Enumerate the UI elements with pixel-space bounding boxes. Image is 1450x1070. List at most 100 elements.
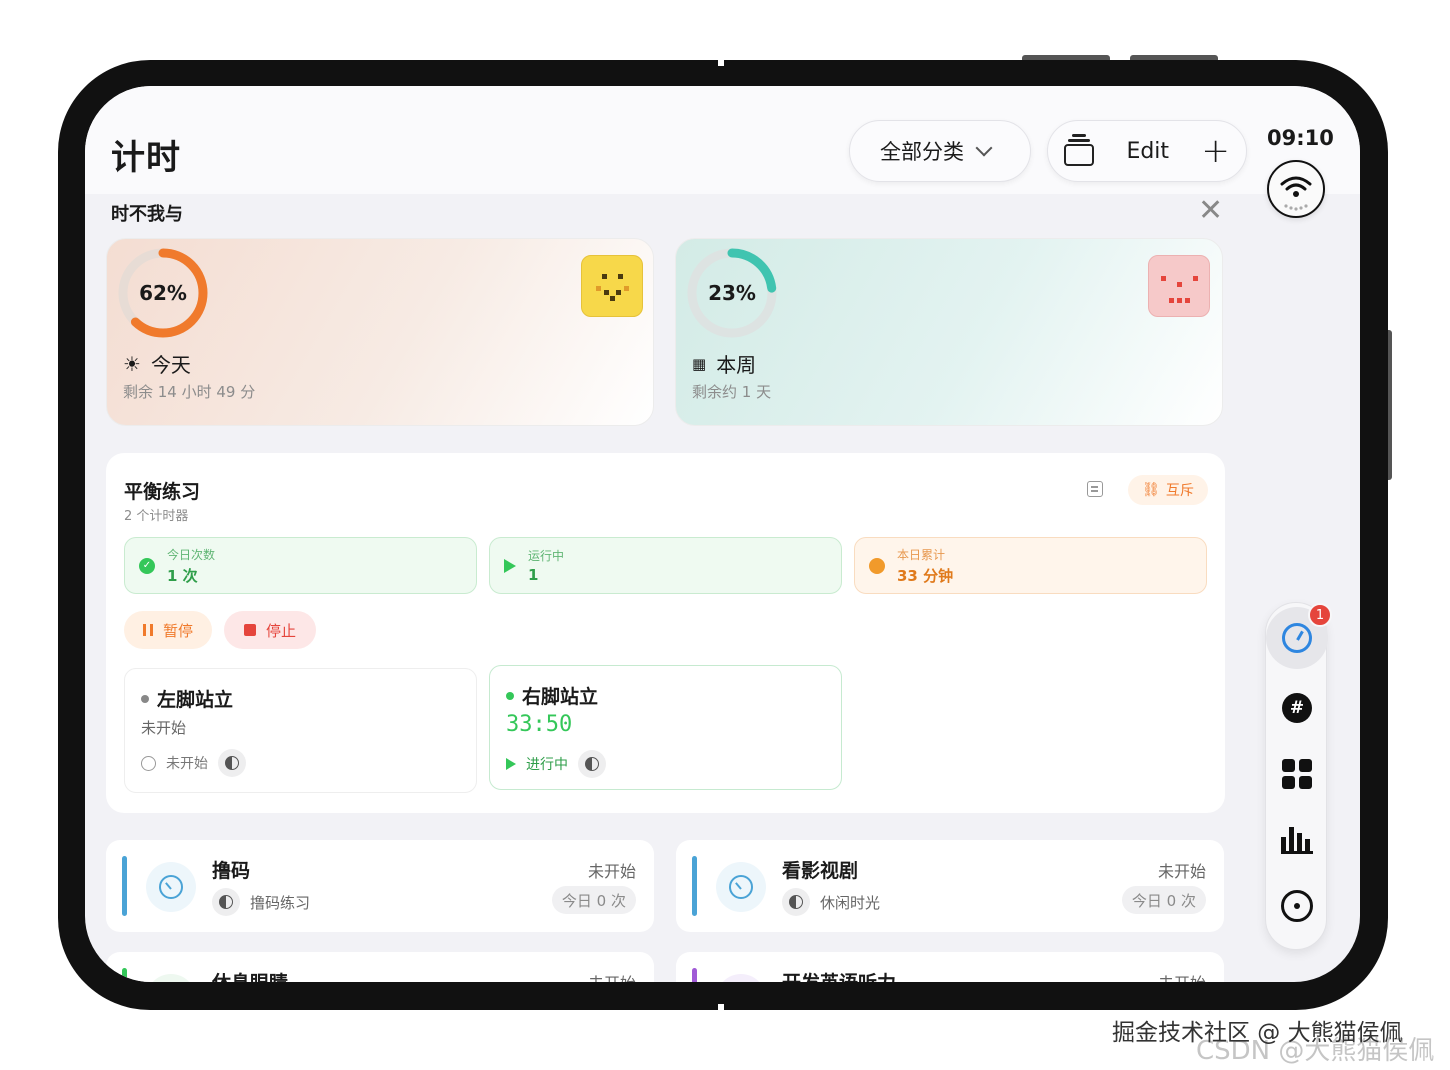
calendar-icon: ▦ [692,354,707,373]
timer-title-row: 左脚站立 [141,685,233,712]
stop-icon [243,624,256,636]
timer-title: 左脚站立 [157,689,234,711]
timer-category-row: 撸码练习 [212,888,310,916]
timer-title: 右脚站立 [522,686,599,708]
timer-status: 未开始 [1158,970,1206,982]
half-circle-icon [782,888,810,916]
stop-button[interactable]: 停止 [224,611,316,649]
timer-status: 未开始 [588,970,636,982]
dock-timer[interactable]: 1 [1266,603,1332,669]
section-title: 时不我与 [111,204,183,225]
timer-state-row: 未开始 [141,749,246,777]
bar-chart-icon [1281,826,1313,854]
wifi-icon[interactable] [1267,160,1325,218]
notification-badge: 1 [1308,603,1332,627]
half-circle-icon[interactable] [218,749,246,777]
today-label: 今天 [150,353,191,377]
today-label-row: ☀ 今天 [123,349,191,378]
timer-icon-wrap [716,974,766,982]
grid-icon [1282,759,1312,789]
face-sad-icon [1148,255,1210,317]
timer-row[interactable]: 撸码 撸码练习 未开始 今日 0 次 [106,840,654,932]
status-time: 09:10 [1267,126,1334,150]
today-percent: 62% [139,281,187,305]
link-icon: ⛓ [1142,482,1160,498]
timer-state: 进行中 [526,757,568,773]
dock-stats[interactable] [1266,809,1328,871]
timer-title: 休息眼睛 [212,968,288,982]
timer-title: 撸码 [212,860,251,882]
dock-grid[interactable] [1266,743,1328,805]
fold-hinge-top [718,60,724,66]
dock-settings[interactable] [1266,875,1328,937]
timer-icon [159,875,183,899]
app-screen: 计时 全部分类 Edit + 09:10 时不我与 ✕ 62% ☀ 今天 剩余 … [85,86,1360,982]
stat-value: 1 次 [167,566,198,585]
timer-icon-wrap [146,862,196,912]
week-label: 本周 [716,353,757,377]
timer-count-badge: 今日 0 次 [1121,886,1206,914]
stack-icon[interactable] [1064,134,1095,166]
timer-title: 开发英语听力 [782,968,896,982]
stat-running: 运行中 1 [489,537,842,594]
pause-button[interactable]: 暂停 [124,611,212,649]
stat-total-today: 本日累计 33 分钟 [854,537,1207,594]
watermark-juejin: 掘金技术社区 @ 大熊猫侯佩 [1112,1020,1403,1046]
today-remaining: 剩余 14 小时 49 分 [123,383,256,401]
header: 计时 全部分类 Edit + 09:10 [85,86,1360,218]
close-icon[interactable]: ✕ [1198,196,1223,226]
timer-right-foot[interactable]: 右脚站立 33:50 进行中 [489,665,842,790]
week-remaining: 剩余约 1 天 [692,383,772,401]
stop-label: 停止 [265,621,296,640]
note-icon[interactable] [1087,481,1103,497]
timer-category: 休闲时光 [820,893,881,912]
status-dot [506,691,514,700]
timer-icon [729,875,753,899]
stat-label: 今日次数 [167,547,216,562]
week-progress-card[interactable]: 23% ▦ 本周 剩余约 1 天 [675,238,1223,426]
sun-icon: ☀ [123,351,141,376]
chevron-down-icon [975,139,993,157]
dock-tags[interactable]: # [1266,677,1328,739]
timer-status: 未开始 [1157,862,1206,881]
stat-value: 1 [528,566,539,584]
toolbar-pill: Edit + [1047,120,1247,182]
check-circle-icon: ✓ [139,557,155,574]
category-filter-button[interactable]: 全部分类 [849,120,1031,182]
gear-icon [1281,890,1313,922]
timer-category: 撸码练习 [250,893,311,912]
timer-left-foot[interactable]: 左脚站立 未开始 未开始 [124,668,477,793]
timer-row[interactable]: 看影视剧 休闲时光 未开始 今日 0 次 [676,840,1224,932]
timer-row[interactable]: 休息眼睛 未开始 [106,952,654,982]
timer-title: 看影视剧 [782,860,859,882]
timer-state: 未开始 [166,756,208,772]
play-icon [506,758,516,770]
accent-bar [122,856,127,916]
accent-bar [692,856,697,916]
mutex-label: 互斥 [1165,483,1194,499]
timer-icon-wrap [146,974,196,982]
accent-bar [692,968,697,982]
pause-label: 暂停 [162,621,193,640]
group-subtitle: 2 个计时器 [124,509,189,524]
edit-button[interactable]: Edit [1126,139,1169,164]
accent-bar [122,968,127,982]
add-icon[interactable]: + [1201,134,1230,168]
side-dock: 1 # [1265,602,1332,950]
timer-state-row: 进行中 [506,750,606,778]
clock-icon [869,557,885,574]
face-happy-icon [581,255,643,317]
stat-label: 运行中 [528,549,565,563]
timer-count-badge: 今日 0 次 [551,886,636,914]
today-progress-card[interactable]: 62% ☀ 今天 剩余 14 小时 49 分 [106,238,654,426]
mutex-toggle[interactable]: ⛓ 互斥 [1128,475,1208,505]
half-circle-icon [212,888,240,916]
group-card: 平衡练习 2 个计时器 ⛓ 互斥 ✓ 今日次数 1 次 运行中 1 本日累计 33 分… [106,453,1225,813]
timer-status: 未开始 [587,862,636,881]
group-title: 平衡练习 [124,481,201,503]
timer-row[interactable]: 开发英语听力 未开始 [676,952,1224,982]
half-circle-icon[interactable] [578,750,606,778]
week-label-row: ▦ 本周 [692,349,756,378]
stat-value: 33 分钟 [897,566,954,585]
play-icon [504,558,516,573]
